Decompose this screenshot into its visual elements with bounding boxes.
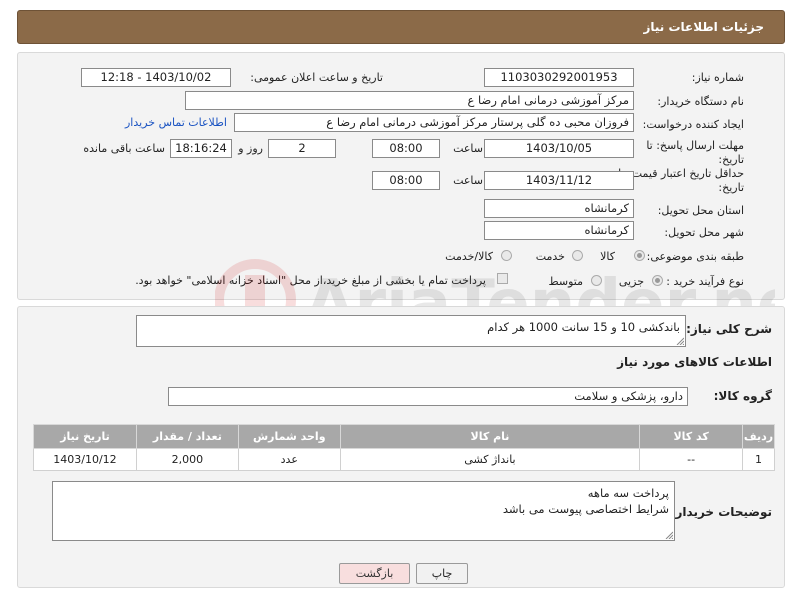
goods-info-title: اطلاعات کالاهای مورد نیاز bbox=[617, 355, 772, 369]
buyer-contact-link[interactable]: اطلاعات تماس خریدار bbox=[125, 116, 227, 129]
province-field: کرمانشاه bbox=[484, 199, 634, 218]
description-label: شرح کلی نیاز: bbox=[686, 322, 772, 336]
col-unit: واحد شمارش bbox=[237, 424, 341, 449]
category-goods-service-label: کالا/خدمت bbox=[445, 250, 493, 263]
treasury-payment-note: پرداخت تمام یا بخشی از مبلغ خرید،از محل … bbox=[135, 274, 486, 287]
reply-time-label: ساعت bbox=[453, 142, 483, 155]
col-goods-code: کد کالا bbox=[639, 424, 744, 449]
page-header: جزئیات اطلاعات نیاز bbox=[17, 10, 785, 44]
print-button[interactable]: چاپ bbox=[416, 563, 468, 584]
cell-goods-code: -- bbox=[639, 448, 744, 471]
cell-goods-name: بانداژ کشی bbox=[339, 448, 641, 471]
buyer-notes-line-1: پرداخت سه ماهه bbox=[587, 486, 669, 500]
resize-handle-icon[interactable] bbox=[665, 531, 673, 539]
category-goods-label: کالا bbox=[600, 250, 615, 263]
reply-deadline-label: مهلت ارسال پاسخ: تا تاریخ: bbox=[646, 139, 744, 166]
creator-label: ایجاد کننده درخواست: bbox=[642, 118, 744, 131]
price-time-field: 08:00 bbox=[372, 171, 440, 190]
process-medium-label: متوسط bbox=[548, 275, 583, 288]
col-quantity: تعداد / مقدار bbox=[135, 424, 239, 449]
col-need-date: تاریخ نیاز bbox=[33, 424, 137, 449]
page-title: جزئیات اطلاعات نیاز bbox=[643, 20, 764, 34]
col-row-number: ردیف bbox=[742, 424, 775, 449]
announce-date-field: 1403/10/02 - 12:18 bbox=[81, 68, 231, 87]
cell-unit: عدد bbox=[237, 448, 341, 471]
table-row: 1 -- بانداژ کشی عدد 2,000 1403/10/12 bbox=[33, 448, 775, 471]
creator-field: فروزان محبی ده گلی پرستار مرکز آموزشی در… bbox=[234, 113, 634, 132]
city-field: کرمانشاه bbox=[484, 221, 634, 240]
buyer-notes-label: توضیحات خریدار: bbox=[670, 505, 772, 519]
category-service-radio[interactable] bbox=[572, 250, 583, 261]
process-minor-radio[interactable] bbox=[652, 275, 663, 286]
goods-group-field: دارو، پزشکی و سلامت bbox=[168, 387, 688, 406]
cell-row-number: 1 bbox=[742, 448, 775, 471]
price-date-field: 1403/11/12 bbox=[484, 171, 634, 190]
treasury-payment-checkbox[interactable] bbox=[497, 273, 508, 284]
buyer-org-label: نام دستگاه خریدار: bbox=[657, 95, 744, 108]
description-textarea: باندکشی 10 و 15 سانت 1000 هر کدام bbox=[136, 315, 686, 347]
category-goods-service-radio[interactable] bbox=[501, 250, 512, 261]
description-text: باندکشی 10 و 15 سانت 1000 هر کدام bbox=[487, 320, 680, 334]
category-service-label: خدمت bbox=[535, 250, 565, 263]
price-time-label: ساعت bbox=[453, 174, 483, 187]
goods-table: ردیف کد کالا نام کالا واحد شمارش تعداد /… bbox=[33, 424, 775, 471]
category-goods-radio[interactable] bbox=[634, 250, 645, 261]
buyer-org-field: مرکز آموزشی درمانی امام رضا ع bbox=[185, 91, 634, 110]
province-label: استان محل تحویل: bbox=[657, 204, 744, 217]
city-label: شهر محل تحویل: bbox=[664, 226, 744, 239]
buyer-notes-line-2: شرایط اختصاصی پیوست می باشد bbox=[502, 502, 669, 516]
process-label: نوع فرآیند خرید : bbox=[666, 275, 744, 288]
remaining-time-label: ساعت باقی مانده bbox=[83, 142, 165, 155]
reply-time-field: 08:00 bbox=[372, 139, 440, 158]
back-button[interactable]: بازگشت bbox=[339, 563, 410, 584]
process-minor-label: جزیی bbox=[618, 275, 644, 288]
announce-date-label: تاریخ و ساعت اعلان عمومی: bbox=[250, 71, 383, 84]
days-label: روز و bbox=[238, 142, 263, 155]
cell-need-date: 1403/10/12 bbox=[33, 448, 137, 471]
buyer-notes-textarea: پرداخت سه ماهه شرایط اختصاصی پیوست می با… bbox=[52, 481, 675, 541]
cell-quantity: 2,000 bbox=[135, 448, 239, 471]
need-number-label: شماره نیاز: bbox=[691, 71, 744, 84]
reply-date-field: 1403/10/05 bbox=[484, 139, 634, 158]
days-field: 2 bbox=[268, 139, 336, 158]
col-goods-name: نام کالا bbox=[339, 424, 641, 449]
remaining-time-field: 18:16:24 bbox=[170, 139, 232, 158]
table-header-row: ردیف کد کالا نام کالا واحد شمارش تعداد /… bbox=[33, 424, 775, 449]
goods-group-label: گروه کالا: bbox=[713, 389, 772, 403]
category-label: طبقه بندی موضوعی: bbox=[646, 250, 744, 263]
need-number-field: 1103030292001953 bbox=[484, 68, 634, 87]
process-medium-radio[interactable] bbox=[591, 275, 602, 286]
resize-handle-icon[interactable] bbox=[676, 337, 684, 345]
